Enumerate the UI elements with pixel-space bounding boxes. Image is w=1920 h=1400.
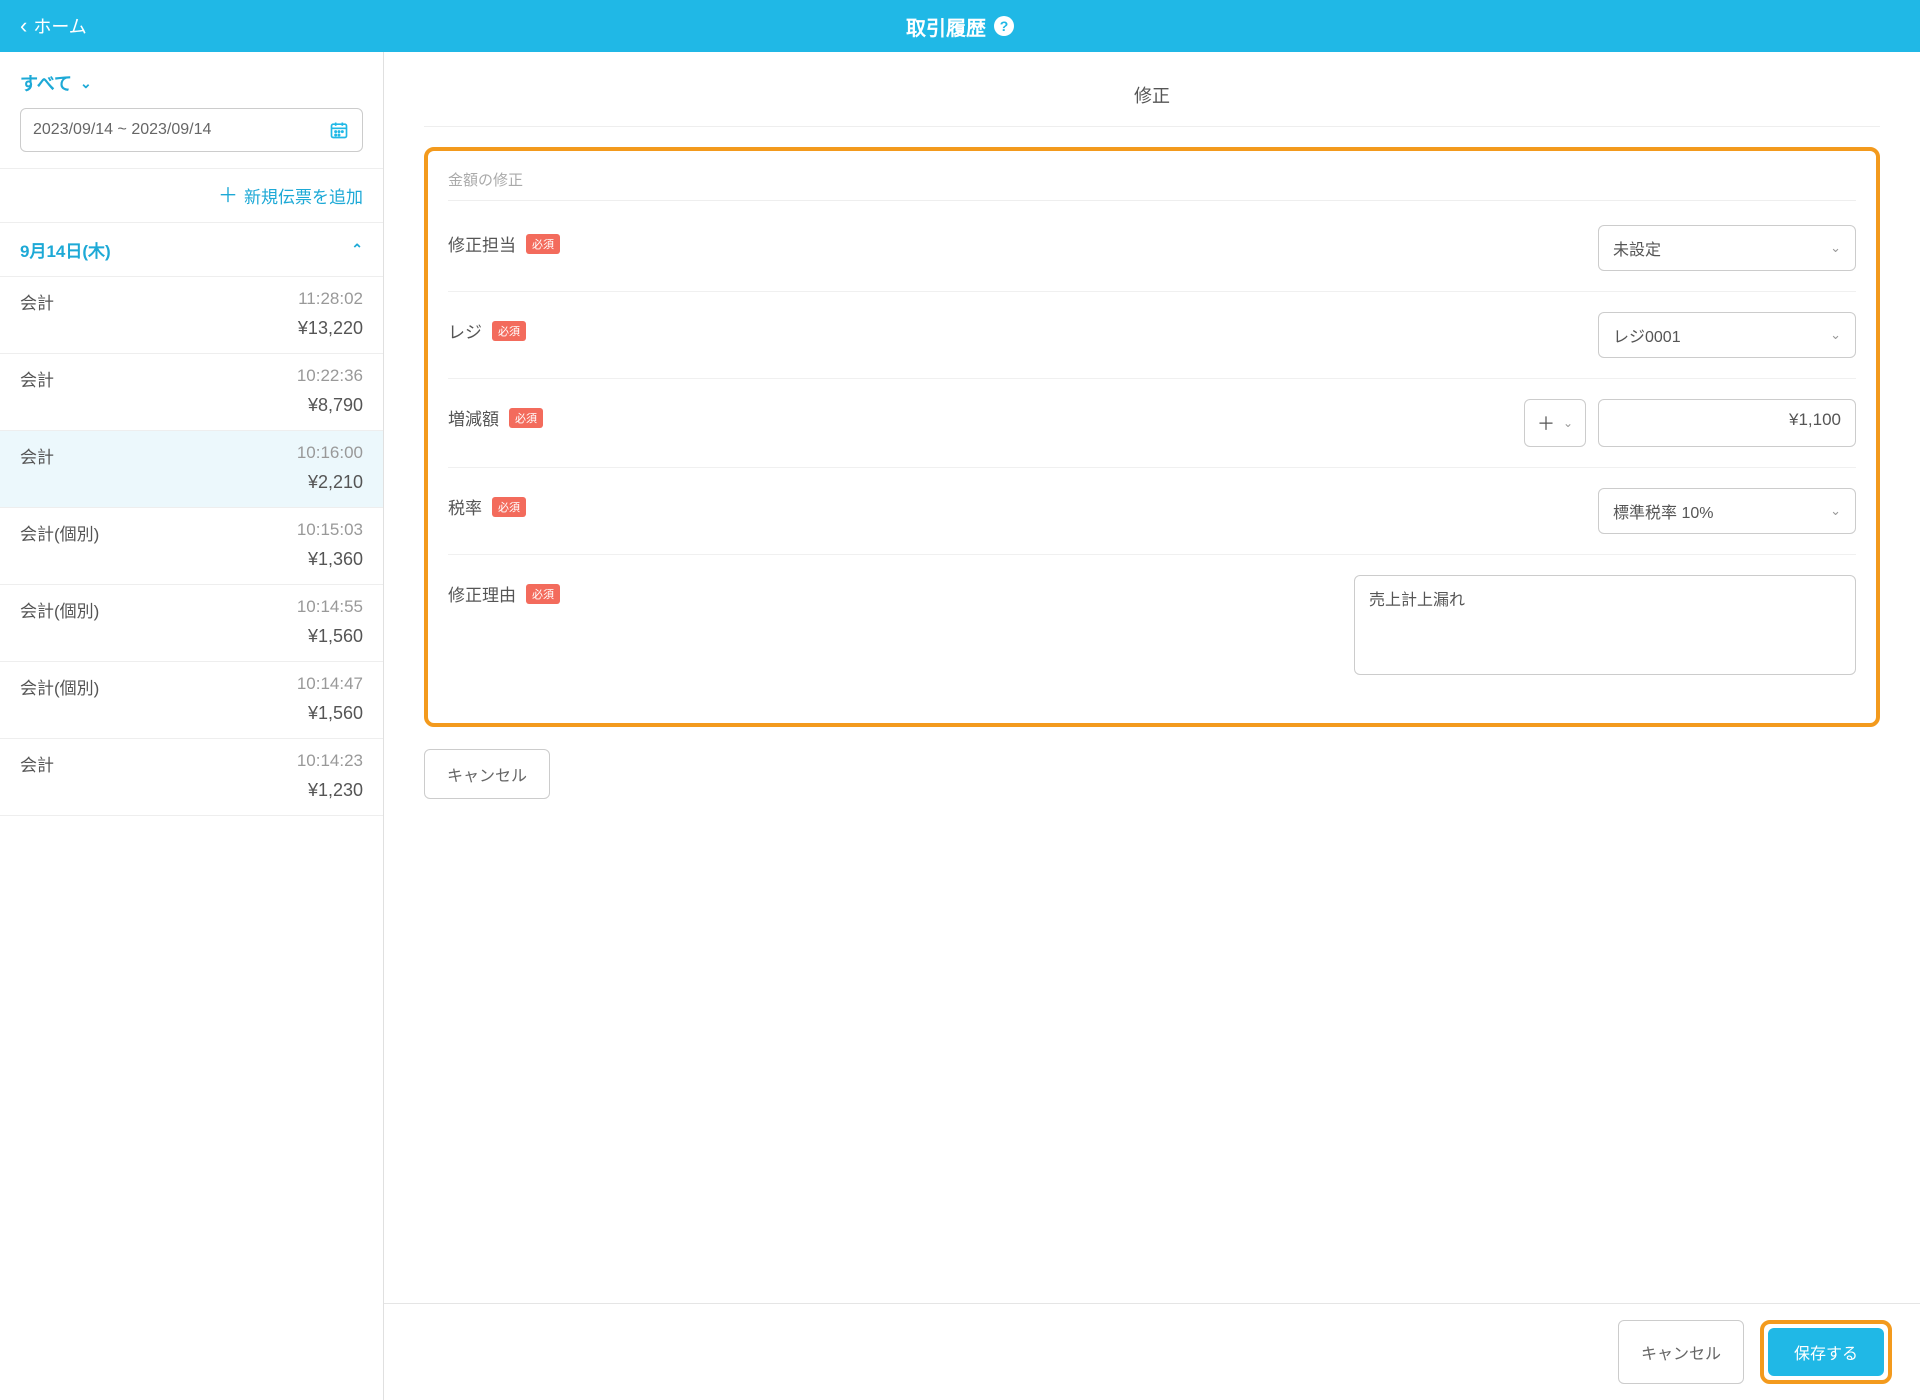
transaction-item[interactable]: 会計(個別) 10:14:47 ¥1,560 <box>0 662 383 739</box>
chevron-left-icon: ‹ <box>20 15 27 37</box>
required-badge: 必須 <box>526 234 560 254</box>
chevron-down-icon: ⌄ <box>1830 240 1841 256</box>
calendar-icon <box>328 119 350 141</box>
back-label: ホーム <box>33 13 86 39</box>
assignee-select[interactable]: 未設定 ⌄ <box>1598 225 1856 271</box>
chevron-down-icon: ⌄ <box>1830 327 1841 343</box>
section-label: 金額の修正 <box>448 169 1856 201</box>
tx-time: 10:14:47 <box>297 674 363 699</box>
save-highlight: 保存する <box>1760 1320 1892 1384</box>
chevron-down-icon: ⌄ <box>1830 503 1841 519</box>
date-range-input[interactable]: 2023/09/14 ~ 2023/09/14 <box>20 108 363 152</box>
tax-select[interactable]: 標準税率 10% ⌄ <box>1598 488 1856 534</box>
sidebar: すべて ⌄ 2023/09/14 ~ 2023/09/14 ＋ 新規伝票を追加 … <box>0 52 384 1400</box>
main-title: 修正 <box>424 72 1880 127</box>
tx-amount: ¥2,210 <box>20 472 363 493</box>
register-select[interactable]: レジ0001 ⌄ <box>1598 312 1856 358</box>
tx-amount: ¥8,790 <box>20 395 363 416</box>
back-button[interactable]: ‹ ホーム <box>20 13 87 39</box>
plus-icon: ＋ <box>218 186 238 206</box>
tx-time: 11:28:02 <box>298 289 363 314</box>
required-badge: 必須 <box>509 408 543 428</box>
help-icon[interactable]: ? <box>994 16 1014 36</box>
reason-textarea[interactable]: 売上計上漏れ <box>1354 575 1856 675</box>
tx-type: 会計 <box>20 443 54 468</box>
tx-time: 10:14:55 <box>297 597 363 622</box>
save-button[interactable]: 保存する <box>1768 1328 1884 1376</box>
chevron-down-icon: ⌄ <box>80 75 92 92</box>
row-reason: 修正理由 必須 売上計上漏れ <box>448 555 1856 695</box>
tx-amount: ¥13,220 <box>20 318 363 339</box>
row-register: レジ 必須 レジ0001 ⌄ <box>448 292 1856 379</box>
app-header: ‹ ホーム 取引履歴 ? <box>0 0 1920 52</box>
page-title: 取引履歴 ? <box>906 12 1014 41</box>
filter-dropdown[interactable]: すべて ⌄ <box>0 52 383 108</box>
transaction-item[interactable]: 会計 11:28:02 ¥13,220 <box>0 277 383 354</box>
tx-type: 会計(個別) <box>20 597 99 622</box>
tx-amount: ¥1,230 <box>20 780 363 801</box>
tx-time: 10:14:23 <box>297 751 363 776</box>
row-amount: 増減額 必須 ＋ ⌄ ¥1,100 <box>448 379 1856 468</box>
main-panel: 修正 金額の修正 修正担当 必須 未設定 ⌄ <box>384 52 1920 1400</box>
transaction-item[interactable]: 会計 10:22:36 ¥8,790 <box>0 354 383 431</box>
required-badge: 必須 <box>492 497 526 517</box>
edit-form-highlight: 金額の修正 修正担当 必須 未設定 ⌄ レジ <box>424 147 1880 727</box>
date-group-header[interactable]: 9月14日(木) ⌃ <box>0 223 383 277</box>
required-badge: 必須 <box>526 584 560 604</box>
tx-type: 会計(個別) <box>20 520 99 545</box>
tx-amount: ¥1,560 <box>20 626 363 647</box>
tx-amount: ¥1,360 <box>20 549 363 570</box>
chevron-up-icon: ⌃ <box>351 241 363 258</box>
add-slip-button[interactable]: ＋ 新規伝票を追加 <box>0 168 383 223</box>
tx-type: 会計 <box>20 366 54 391</box>
row-tax: 税率 必須 標準税率 10% ⌄ <box>448 468 1856 555</box>
row-assignee: 修正担当 必須 未設定 ⌄ <box>448 205 1856 292</box>
amount-sign-select[interactable]: ＋ ⌄ <box>1524 399 1586 447</box>
transaction-item[interactable]: 会計 10:14:23 ¥1,230 <box>0 739 383 816</box>
required-badge: 必須 <box>492 321 526 341</box>
transaction-item[interactable]: 会計(個別) 10:14:55 ¥1,560 <box>0 585 383 662</box>
tx-time: 10:15:03 <box>297 520 363 545</box>
tx-time: 10:16:00 <box>297 443 363 468</box>
transaction-item[interactable]: 会計 10:16:00 ¥2,210 <box>0 431 383 508</box>
transaction-item[interactable]: 会計(個別) 10:15:03 ¥1,360 <box>0 508 383 585</box>
tx-type: 会計 <box>20 751 54 776</box>
cancel-form-button[interactable]: キャンセル <box>424 749 550 799</box>
tx-amount: ¥1,560 <box>20 703 363 724</box>
tx-type: 会計(個別) <box>20 674 99 699</box>
tx-time: 10:22:36 <box>297 366 363 391</box>
amount-input[interactable]: ¥1,100 <box>1598 399 1856 447</box>
tx-type: 会計 <box>20 289 54 314</box>
chevron-down-icon: ⌄ <box>1563 416 1573 430</box>
footer-bar: キャンセル 保存する <box>384 1303 1920 1400</box>
cancel-button[interactable]: キャンセル <box>1618 1320 1744 1384</box>
